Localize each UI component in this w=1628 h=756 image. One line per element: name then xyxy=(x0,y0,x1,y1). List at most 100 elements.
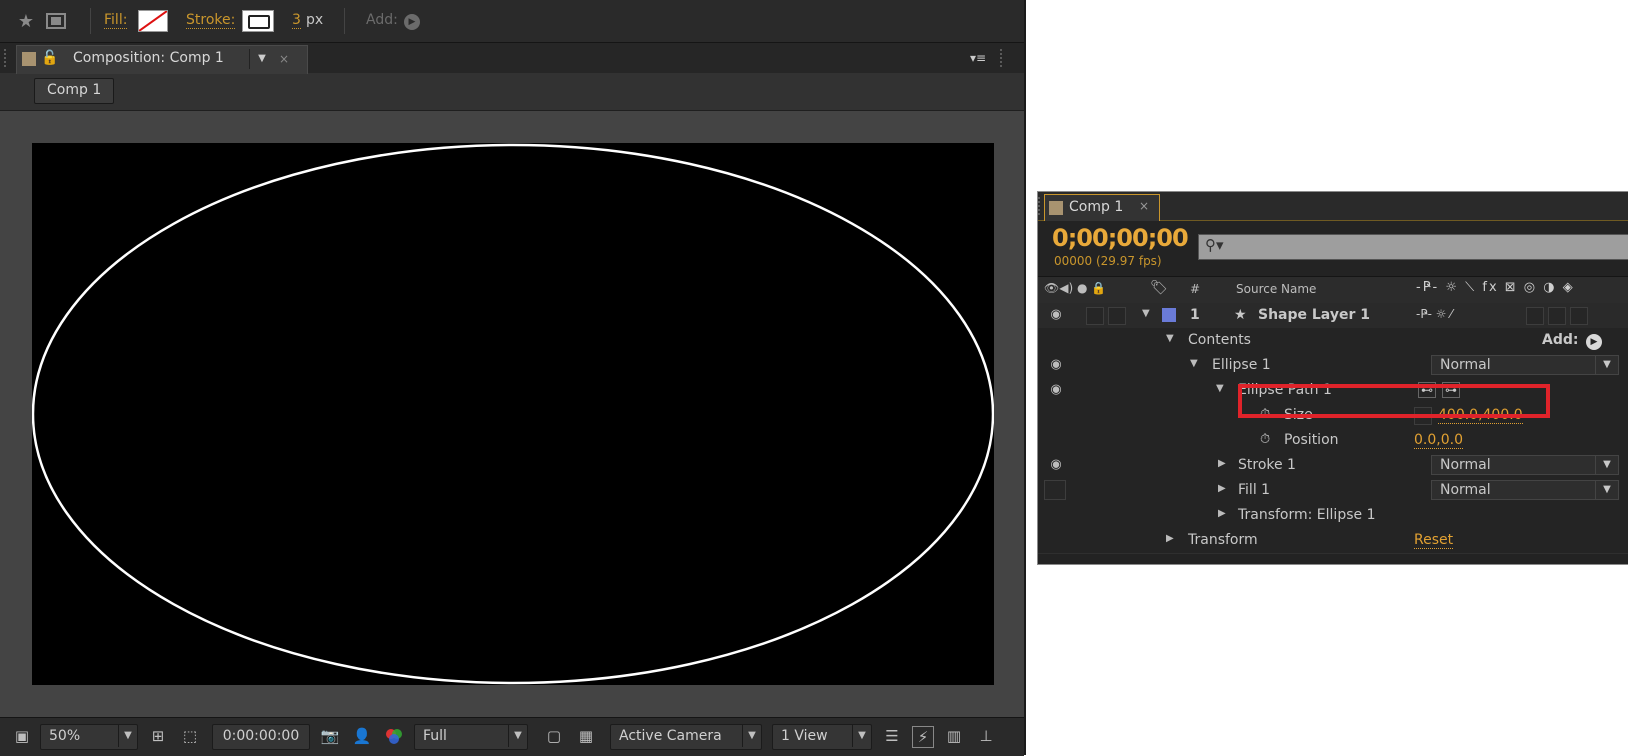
expand-twirl-icon[interactable]: ▼ xyxy=(1166,333,1174,344)
panel-grip-right[interactable] xyxy=(1000,49,1008,67)
fast-previews-icon[interactable]: ▢ xyxy=(544,726,564,746)
mask-mode-icon[interactable] xyxy=(44,9,68,33)
lock-toggle[interactable] xyxy=(1108,307,1126,325)
blend-mode-dropdown[interactable]: Normal ▼ xyxy=(1431,480,1619,500)
always-preview-icon[interactable]: ▣ xyxy=(12,726,32,746)
transform-row[interactable]: ▶ Transform Reset xyxy=(1038,528,1628,554)
current-time-display[interactable]: 0;00;00;00 xyxy=(1052,224,1189,252)
fast-draft-icon[interactable]: ⚡ xyxy=(912,726,934,748)
transform-ellipse-label: Transform: Ellipse 1 xyxy=(1238,507,1376,523)
snapshot-camera-icon[interactable]: 📷 xyxy=(320,726,340,746)
switch-box[interactable] xyxy=(1570,307,1588,325)
views-value: 1 View xyxy=(781,728,828,744)
reset-link[interactable]: Reset xyxy=(1414,532,1454,549)
chevron-down-icon: ▼ xyxy=(508,725,527,747)
layer-switches-icons[interactable]: -Ҏ- ☼ ⁄ xyxy=(1416,307,1452,321)
tab-composition[interactable]: 🔓 Composition: Comp 1 ▼ × xyxy=(16,45,308,74)
layer-label-color[interactable] xyxy=(1162,308,1176,322)
stopwatch-icon[interactable]: ⏱ xyxy=(1260,432,1270,447)
viewer-controls: ▣ 50% ▼ ⊞ ⬚ 0:00:00:00 📷 👤 Full ▼ ▢ ▦ Ac… xyxy=(0,717,1024,756)
close-tab-icon[interactable]: × xyxy=(279,49,295,69)
composition-canvas[interactable] xyxy=(32,143,994,685)
timeline-panel: Comp 1 × 0;00;00;00 00000 (29.97 fps) ⚲▾… xyxy=(1037,191,1628,565)
fill-label[interactable]: Fill: xyxy=(104,12,128,29)
tab-comp1[interactable]: Comp 1 × xyxy=(1044,194,1160,221)
breadcrumb-comp[interactable]: Comp 1 xyxy=(34,78,115,104)
visibility-eye-icon[interactable]: ◉ xyxy=(1046,458,1066,472)
ellipse-shape xyxy=(32,143,994,685)
composition-viewer[interactable] xyxy=(0,111,1024,717)
lock-icon[interactable]: 🔓 xyxy=(41,50,58,68)
expand-twirl-icon[interactable]: ▶ xyxy=(1218,483,1226,494)
transform-label: Transform xyxy=(1188,532,1258,548)
expand-twirl-icon[interactable]: ▼ xyxy=(1190,358,1198,369)
visibility-eye-icon[interactable]: ◉ xyxy=(1046,383,1066,397)
layer-name[interactable]: Shape Layer 1 xyxy=(1258,307,1370,323)
add-label[interactable]: Add: xyxy=(1542,332,1578,348)
close-tab-icon[interactable]: × xyxy=(1139,199,1149,213)
current-time-field[interactable]: 0:00:00:00 xyxy=(212,724,310,750)
solo-toggle[interactable] xyxy=(1086,307,1104,325)
resolution-dropdown[interactable]: Full ▼ xyxy=(414,724,528,750)
fit-frame-icon[interactable]: ⊞ xyxy=(148,726,168,746)
camera-dropdown[interactable]: Active Camera ▼ xyxy=(610,724,762,750)
ellipse-group-row[interactable]: ◉ ▼ Ellipse 1 Normal ▼ xyxy=(1038,353,1628,379)
visibility-eye-icon[interactable]: ◉ xyxy=(1046,308,1066,322)
timeline-search-input[interactable]: ⚲▾ xyxy=(1198,234,1628,260)
composition-icon xyxy=(22,52,36,66)
timeline-icon[interactable]: ▥ xyxy=(944,726,964,746)
expand-twirl-icon[interactable]: ▼ xyxy=(1142,308,1150,319)
composition-tab-bar: 🔓 Composition: Comp 1 ▼ × ▾≡ xyxy=(0,43,1024,74)
camera-value: Active Camera xyxy=(619,728,722,744)
position-label: Position xyxy=(1284,432,1339,448)
transparency-grid-icon[interactable]: ▦ xyxy=(576,726,596,746)
channels-icon[interactable] xyxy=(384,726,404,746)
stroke-row[interactable]: ◉ ▶ Stroke 1 Normal ▼ xyxy=(1038,453,1628,479)
transform-ellipse-row[interactable]: ▶ Transform: Ellipse 1 xyxy=(1038,503,1628,529)
fill-row[interactable]: ▶ Fill 1 Normal ▼ xyxy=(1038,478,1628,504)
visibility-toggle[interactable] xyxy=(1044,480,1066,500)
star-tool-icon[interactable]: ★ xyxy=(14,9,38,33)
frame-rate-display: 00000 (29.97 fps) xyxy=(1054,254,1162,268)
switch-box[interactable] xyxy=(1548,307,1566,325)
fill-swatch[interactable] xyxy=(138,10,168,32)
stroke-label[interactable]: Stroke: xyxy=(186,12,236,29)
switches-icons: -Ҏ- ☼ ⟍ fx ⊠ ◎ ◑ ◈ xyxy=(1416,280,1575,295)
layer-row[interactable]: ◉ ▼ 1 ★ Shape Layer 1 -Ҏ- ☼ ⁄ xyxy=(1038,303,1628,329)
composition-menu-chevron-icon[interactable]: ▼ xyxy=(249,49,274,69)
fill-label: Fill 1 xyxy=(1238,482,1271,498)
toggle-pixel-aspect-icon[interactable]: ☰ xyxy=(882,726,902,746)
source-name-column-header[interactable]: Source Name xyxy=(1236,282,1316,296)
position-value[interactable]: 0.0,0.0 xyxy=(1414,432,1463,449)
switch-box[interactable] xyxy=(1526,307,1544,325)
expand-twirl-icon[interactable]: ▶ xyxy=(1166,533,1174,544)
stroke-label: Stroke 1 xyxy=(1238,457,1296,473)
add-menu-icon[interactable]: ▶ xyxy=(1586,334,1602,350)
blend-mode-value: Normal xyxy=(1440,357,1491,373)
panel-menu-icon[interactable]: ▾≡ xyxy=(970,51,986,65)
chevron-down-icon: ▼ xyxy=(118,725,137,747)
blend-mode-value: Normal xyxy=(1440,482,1491,498)
stroke-swatch[interactable] xyxy=(242,10,274,32)
magnification-dropdown[interactable]: 50% ▼ xyxy=(40,724,138,750)
show-snapshot-icon[interactable]: 👤 xyxy=(352,726,372,746)
blend-mode-dropdown[interactable]: Normal ▼ xyxy=(1431,455,1619,475)
expand-twirl-icon[interactable]: ▼ xyxy=(1216,383,1224,394)
expand-twirl-icon[interactable]: ▶ xyxy=(1218,508,1226,519)
add-menu-icon[interactable]: ▶ xyxy=(404,14,420,30)
timeline-tab-title: Comp 1 xyxy=(1069,199,1124,215)
position-property-row[interactable]: ⏱ Position 0.0,0.0 xyxy=(1038,428,1628,454)
layer-number: 1 xyxy=(1190,307,1200,323)
flowchart-icon[interactable]: ⊥ xyxy=(976,726,996,746)
number-column-header[interactable]: # xyxy=(1190,282,1200,296)
blend-mode-dropdown[interactable]: Normal ▼ xyxy=(1431,355,1619,375)
expand-twirl-icon[interactable]: ▶ xyxy=(1218,458,1226,469)
panel-grip[interactable] xyxy=(4,49,12,67)
visibility-eye-icon[interactable]: ◉ xyxy=(1046,358,1066,372)
region-of-interest-icon[interactable]: ⬚ xyxy=(180,726,200,746)
star-icon: ★ xyxy=(1234,307,1247,323)
label-tag-icon[interactable]: 🏷 xyxy=(1150,280,1168,296)
contents-row[interactable]: ▼ Contents Add: ▶ xyxy=(1038,328,1628,354)
view-layout-dropdown[interactable]: 1 View ▼ xyxy=(772,724,872,750)
stroke-width-value[interactable]: 3 xyxy=(292,12,301,29)
